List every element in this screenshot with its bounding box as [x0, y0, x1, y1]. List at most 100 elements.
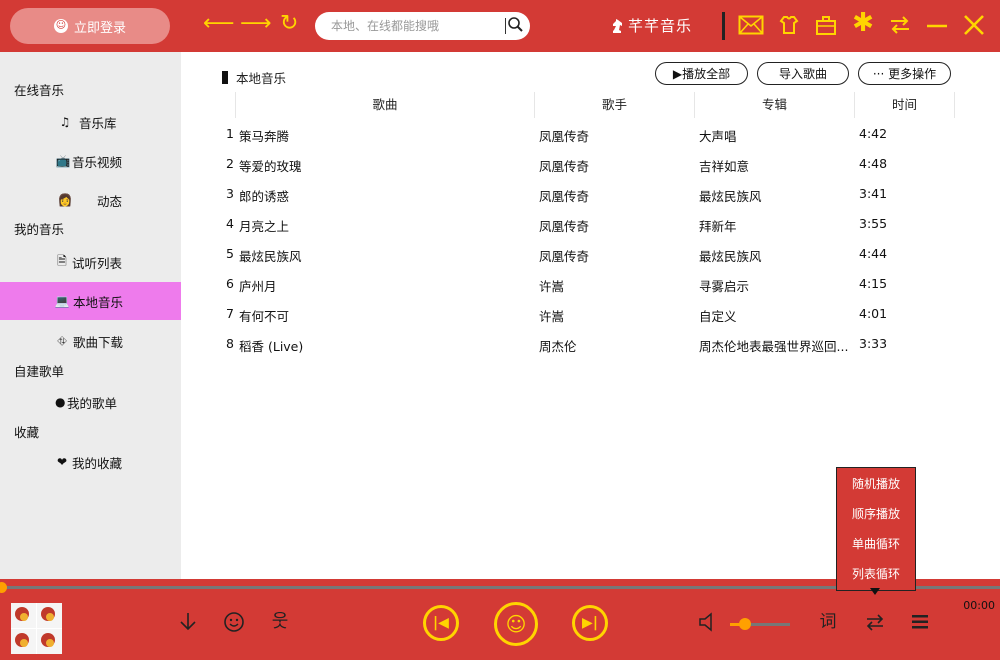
song-artist: 凤凰传奇 [539, 249, 590, 264]
sidebar-item-feed[interactable]: 👩 动态 [0, 181, 181, 219]
song-duration: 4:48 [859, 156, 888, 171]
play-mode-icon[interactable] [862, 610, 888, 634]
back-arrow-icon[interactable]: ⟵ [203, 13, 235, 35]
table-header: 歌曲 歌手 专辑 时间 [235, 92, 955, 118]
row-number: 1 [226, 126, 234, 141]
table-row[interactable]: 4 月亮之上 凤凰传奇 拜新年 3:55 [210, 210, 970, 240]
song-title: 庐州月 [239, 279, 277, 294]
search-input[interactable] [331, 19, 501, 33]
mail-icon[interactable] [738, 14, 764, 36]
menu-item-shuffle[interactable]: 随机播放 [837, 469, 915, 499]
play-pause-button[interactable]: ☺ [494, 602, 538, 646]
row-number: 4 [226, 216, 234, 231]
text-cursor [505, 18, 506, 34]
download-arrow-icon[interactable] [175, 610, 201, 634]
smiley-icon[interactable] [221, 610, 247, 634]
song-duration: 3:55 [859, 216, 888, 231]
brand-name: 芊芊音乐 [628, 17, 693, 35]
cover-tile [11, 603, 36, 628]
login-label: 立即登录 [73, 20, 126, 36]
play-all-button[interactable]: ▶播放全部 [655, 62, 748, 85]
sidebar-item-video[interactable]: 📺 音乐视频 [0, 142, 181, 180]
briefcase-icon[interactable] [813, 14, 839, 36]
close-icon[interactable] [961, 13, 987, 37]
sidebar-item-local[interactable]: 💻 本地音乐 [0, 282, 181, 320]
table-row[interactable]: 8 稻香 (Live) 周杰伦 周杰伦地表最强世界巡回... 3:33 [210, 330, 970, 360]
album-cover[interactable] [11, 603, 62, 654]
sidebar-item-label: 音乐库 [79, 115, 117, 131]
music-note-icon: ♫ [59, 115, 71, 129]
cover-tile [11, 629, 36, 654]
song-artist: 凤凰传奇 [539, 129, 590, 144]
previous-track-button[interactable]: |◀ [423, 605, 459, 641]
minimize-icon[interactable] [924, 14, 950, 36]
row-number: 2 [226, 156, 234, 171]
more-actions-button[interactable]: ··· 更多操作 [858, 62, 951, 85]
tv-icon: 📺 [55, 154, 71, 168]
table-row[interactable]: 7 有何不可 许嵩 自定义 4:01 [210, 300, 970, 330]
menu-caret-icon [870, 588, 880, 595]
column-header-artist[interactable]: 歌手 [535, 92, 695, 118]
sidebar-item-label: 我的歌单 [67, 395, 118, 411]
column-header-time[interactable]: 时间 [855, 92, 955, 118]
settings-asterisk-icon[interactable]: ✱ [850, 10, 876, 36]
song-title: 有何不可 [239, 309, 290, 324]
search-box[interactable] [315, 12, 530, 40]
table-row[interactable]: 2 等爱的玫瑰 凤凰传奇 吉祥如意 4:48 [210, 150, 970, 180]
shirt-icon[interactable] [776, 14, 802, 36]
download-icon: ⛗ [57, 333, 67, 348]
song-duration: 4:42 [859, 126, 888, 141]
person-glyph-icon[interactable]: 웃 [267, 610, 293, 634]
sidebar-item-label: 试听列表 [72, 255, 123, 271]
search-icon[interactable] [507, 16, 525, 34]
song-title: 等爱的玫瑰 [239, 159, 302, 174]
volume-icon[interactable] [696, 610, 722, 634]
song-title: 最炫民族风 [239, 249, 302, 264]
laptop-icon: 💻 [54, 294, 70, 308]
sidebar-item-library[interactable]: ♫ 音乐库 [0, 103, 181, 141]
page-title: 本地音乐 [222, 68, 286, 87]
playlist-menu-icon[interactable] [907, 610, 933, 634]
menu-item-repeat-list[interactable]: 列表循环 [837, 559, 915, 589]
section-custom-playlist: 自建歌单 [14, 364, 65, 379]
login-button[interactable]: ☺ 立即登录 [10, 8, 170, 44]
table-row[interactable]: 6 庐州月 许嵩 寻雾启示 4:15 [210, 270, 970, 300]
song-album: 寻雾启示 [699, 279, 750, 294]
refresh-icon[interactable]: ↻ [280, 13, 298, 35]
menu-item-sequential[interactable]: 顺序播放 [837, 499, 915, 529]
page-title-text: 本地音乐 [236, 71, 287, 86]
row-number: 7 [226, 306, 234, 321]
volume-handle[interactable] [739, 618, 751, 630]
song-album: 大声唱 [699, 129, 737, 144]
section-my-music: 我的音乐 [14, 222, 65, 237]
sidebar-item-my-favorites[interactable]: ❤ 我的收藏 [0, 443, 181, 481]
song-title: 月亮之上 [239, 219, 290, 234]
next-track-button[interactable]: ▶| [572, 605, 608, 641]
lyrics-button[interactable]: 词 [815, 610, 841, 634]
song-duration: 3:41 [859, 186, 888, 201]
sidebar-item-download[interactable]: ⛗ 歌曲下载 [0, 322, 181, 360]
sidebar-item-trial[interactable]: 🗎 试听列表 [0, 243, 181, 281]
play-mode-menu: 随机播放 顺序播放 单曲循环 列表循环 [836, 467, 916, 591]
cover-tile [37, 603, 62, 628]
swap-mode-icon[interactable] [887, 14, 913, 36]
column-header-song[interactable]: 歌曲 [235, 92, 535, 118]
import-songs-button[interactable]: 导入歌曲 [757, 62, 849, 85]
song-album: 最炫民族风 [699, 249, 762, 264]
sidebar-item-label: 动态 [97, 193, 123, 209]
menu-item-repeat-one[interactable]: 单曲循环 [837, 529, 915, 559]
row-number: 8 [226, 336, 234, 351]
row-number: 3 [226, 186, 234, 201]
table-row[interactable]: 1 策马奔腾 凤凰传奇 大声唱 4:42 [210, 120, 970, 150]
forward-arrow-icon[interactable]: ⟶ [240, 13, 272, 35]
song-artist: 凤凰传奇 [539, 189, 590, 204]
document-icon: 🗎 [57, 253, 67, 268]
table-row[interactable]: 3 郎的诱惑 凤凰传奇 最炫民族风 3:41 [210, 180, 970, 210]
song-title: 郎的诱惑 [239, 189, 290, 204]
header-divider [722, 12, 725, 40]
sidebar-item-my-playlist[interactable]: ● 我的歌单 [0, 383, 181, 421]
song-artist: 凤凰传奇 [539, 159, 590, 174]
column-header-album[interactable]: 专辑 [695, 92, 855, 118]
table-row[interactable]: 5 最炫民族风 凤凰传奇 最炫民族风 4:44 [210, 240, 970, 270]
song-album: 最炫民族风 [699, 189, 762, 204]
